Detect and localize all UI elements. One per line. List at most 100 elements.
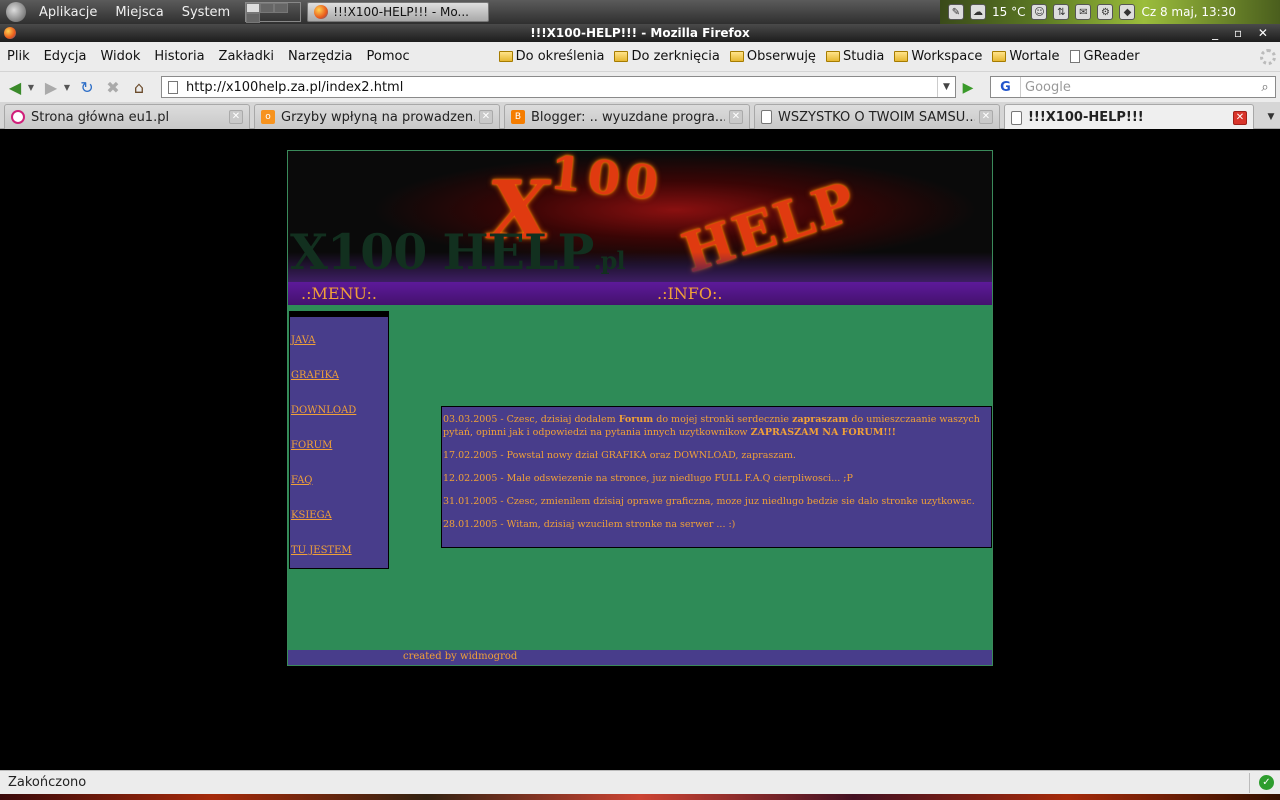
panel-clock[interactable]: Cz 8 maj, 13:30 — [1141, 5, 1236, 19]
forward-history-dropdown[interactable]: ▼ — [62, 83, 72, 92]
close-tab-icon[interactable]: ✕ — [729, 110, 743, 124]
back-arrow-icon[interactable]: ◀ — [4, 76, 26, 98]
menu-link-ksiega[interactable]: KSIEGA — [291, 498, 388, 533]
url-input[interactable] — [186, 79, 955, 95]
news-bold: zapraszam — [792, 414, 849, 425]
panel-menu-places[interactable]: Miejsca — [106, 5, 172, 20]
eu1-icon — [11, 110, 25, 124]
search-input[interactable] — [1021, 79, 1255, 95]
tab-samsung[interactable]: WSZYSTKO O TWOIM SAMSU... ✕ — [754, 104, 1000, 129]
url-bar[interactable]: ▼ — [161, 76, 956, 98]
page-viewport[interactable]: X 100 HELP X100 HELP.pl .:MENU:. .:INFO:… — [0, 129, 1280, 770]
tab-eu1[interactable]: Strona główna eu1.pl ✕ — [4, 104, 250, 129]
news-box: 03.03.2005 - Czesc, dzisiaj dodalem Foru… — [441, 406, 992, 548]
menu-link-java[interactable]: JAVA — [291, 323, 388, 358]
forward-arrow-icon[interactable]: ▶ — [40, 76, 62, 98]
tab-blogger[interactable]: B Blogger: .. wyuzdane progra... ✕ — [504, 104, 750, 129]
addon-status-icon[interactable]: ✓ — [1259, 775, 1274, 790]
site-banner: X 100 HELP X100 HELP.pl — [288, 151, 992, 282]
network-icon[interactable]: ⇅ — [1053, 4, 1070, 20]
page-icon — [1069, 50, 1080, 63]
tab-title: Strona główna eu1.pl — [31, 109, 170, 125]
window-titlebar[interactable]: !!!X100-HELP!!! - Mozilla Firefox _ ▫ ✕ — [0, 24, 1280, 42]
taskbar-firefox-button[interactable]: !!!X100-HELP!!! - Mo... — [307, 2, 490, 22]
menu-link-grafika[interactable]: GRAFIKA — [291, 358, 388, 393]
bookmark-folder[interactable]: Obserwuję — [726, 49, 820, 64]
menu-edit[interactable]: Edycja — [37, 49, 94, 64]
banner-title: X100 HELP.pl — [290, 223, 626, 281]
menu-link-tu-jestem[interactable]: TU JESTEM — [291, 533, 388, 568]
menu-link-faq[interactable]: FAQ — [291, 463, 388, 498]
folder-icon — [614, 51, 629, 62]
menu-view[interactable]: Widok — [93, 49, 147, 64]
chat-icon[interactable]: ✉ — [1075, 4, 1092, 20]
folder-icon — [894, 51, 909, 62]
weather-temperature[interactable]: 15 °C — [992, 5, 1025, 19]
folder-icon — [729, 51, 744, 62]
panel-menu-applications[interactable]: Aplikacje — [30, 5, 106, 20]
gem-icon[interactable]: ◆ — [1119, 4, 1136, 20]
reload-icon[interactable]: ↻ — [76, 76, 98, 98]
menu-help[interactable]: Pomoc — [360, 49, 417, 64]
menu-tools[interactable]: Narzędzia — [281, 49, 360, 64]
url-history-dropdown[interactable]: ▼ — [937, 77, 955, 97]
bookmark-folder[interactable]: Wortale — [988, 49, 1063, 64]
news-item: 03.03.2005 - Czesc, dzisiaj dodalem Foru… — [443, 413, 990, 439]
bookmark-folder[interactable]: Workspace — [890, 49, 986, 64]
tab-onet[interactable]: o Grzyby wpłyną na prowadzen... ✕ — [254, 104, 500, 129]
workspace-switcher[interactable] — [245, 2, 302, 23]
menu-bookmarks[interactable]: Zakładki — [212, 49, 281, 64]
bookmark-folder[interactable]: Do zerknięcia — [610, 49, 723, 64]
news-item: 17.02.2005 - Powstal nowy dział GRAFIKA … — [443, 450, 796, 461]
news-item: 12.02.2005 - Male odswiezenie na stronce… — [443, 473, 853, 484]
search-bar[interactable]: G ⌕ — [990, 76, 1276, 98]
go-arrow-icon[interactable]: ▶ — [958, 78, 978, 98]
gnome-foot-icon[interactable] — [6, 2, 26, 22]
throbber-icon — [1260, 49, 1276, 65]
folder-icon — [498, 51, 513, 62]
bookmark-label: Wortale — [1009, 49, 1060, 64]
panel-menu-system[interactable]: System — [173, 5, 239, 20]
status-divider — [1249, 773, 1250, 793]
home-icon[interactable]: ⌂ — [128, 76, 150, 98]
close-tab-icon[interactable]: ✕ — [1233, 110, 1247, 125]
stop-icon[interactable]: ✖ — [102, 76, 124, 98]
close-tab-icon[interactable]: ✕ — [229, 110, 243, 124]
menu-file[interactable]: Plik — [0, 49, 37, 64]
bookmark-label: Studia — [842, 49, 885, 64]
tab-title: Blogger: .. wyuzdane progra... — [531, 109, 725, 125]
weather-icon[interactable]: ☁ — [970, 4, 986, 20]
bookmark-link[interactable]: GReader — [1066, 49, 1144, 64]
navigation-toolbar: ◀ ▼ ▶ ▼ ↻ ✖ ⌂ ▼ ▶ G ⌕ — [0, 72, 1280, 102]
bookmarks-toolbar: Do określenia Do zerknięcia Obserwuję St… — [495, 49, 1144, 64]
tab-x100help[interactable]: !!!X100-HELP!!! ✕ — [1004, 104, 1254, 130]
top-panel: Aplikacje Miejsca System !!!X100-HELP!!!… — [0, 0, 1280, 24]
site-container: X 100 HELP X100 HELP.pl .:MENU:. .:INFO:… — [287, 150, 993, 666]
bookmark-folder[interactable]: Studia — [822, 49, 888, 64]
folder-icon — [992, 51, 1007, 62]
update-icon[interactable]: ⚙ — [1097, 4, 1114, 20]
menu-link-download[interactable]: DOWNLOAD — [291, 393, 388, 428]
notes-icon[interactable]: ✎ — [948, 4, 964, 20]
menu-history[interactable]: Historia — [147, 49, 211, 64]
section-strip: .:MENU:. .:INFO:. — [288, 282, 992, 305]
close-tab-icon[interactable]: ✕ — [979, 110, 993, 124]
news-bold: ZAPRASZAM NA FORUM!!! — [750, 427, 896, 438]
menu-link-forum[interactable]: FORUM — [291, 428, 388, 463]
tab-strip: Strona główna eu1.pl ✕ o Grzyby wpłyną n… — [0, 102, 1280, 130]
onet-icon: o — [261, 110, 275, 124]
search-engine-google-icon[interactable]: G — [991, 77, 1021, 97]
window-controls[interactable]: _ ▫ ✕ — [1212, 24, 1274, 42]
banner-title-main: X100 HELP — [290, 223, 594, 281]
messenger-icon[interactable]: ☺ — [1031, 4, 1048, 20]
close-tab-icon[interactable]: ✕ — [479, 110, 493, 124]
info-heading: .:INFO:. — [657, 284, 723, 303]
tab-list-dropdown[interactable]: ▼ — [1262, 104, 1280, 129]
search-icon[interactable]: ⌕ — [1255, 80, 1275, 95]
firefox-window-icon[interactable] — [4, 27, 16, 39]
back-history-dropdown[interactable]: ▼ — [26, 83, 36, 92]
site-menu: JAVA GRAFIKA DOWNLOAD FORUM FAQ KSIEGA T… — [289, 311, 389, 569]
page-icon — [1011, 110, 1022, 125]
site-identity-icon[interactable] — [168, 80, 178, 94]
bookmark-folder[interactable]: Do określenia — [495, 49, 609, 64]
